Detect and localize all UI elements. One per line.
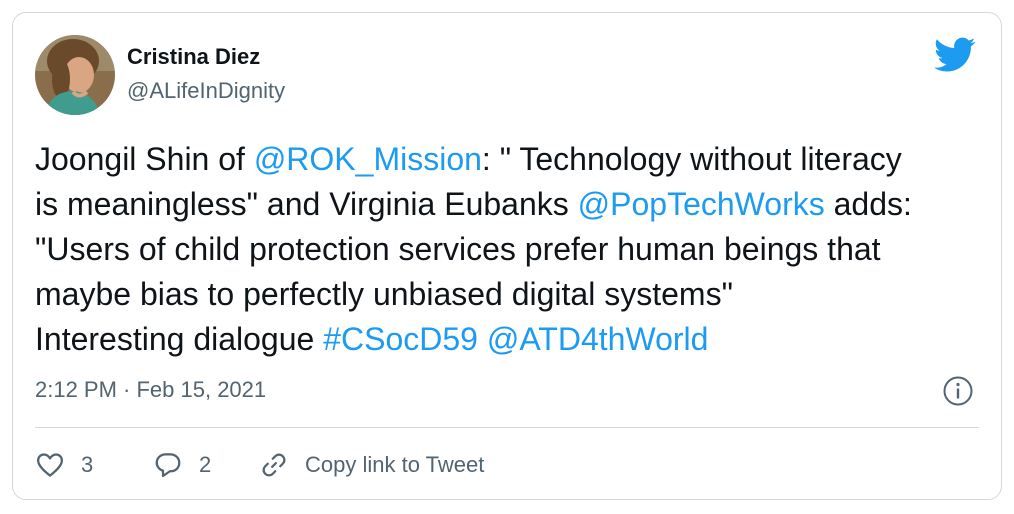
tweet-text-segment [478, 321, 487, 357]
tweet-line: is meaningless" and Virginia Eubanks @Po… [35, 182, 985, 227]
tweet-text-segment: maybe bias to perfectly unbiased digital… [35, 276, 733, 312]
tweet-text-segment: Interesting dialogue [35, 321, 324, 357]
tweet-text: Joongil Shin of @ROK_Mission: " Technolo… [35, 137, 985, 362]
like-count: 3 [81, 452, 94, 477]
tweet-line: Interesting dialogue #CSocD59 @ATD4thWor… [35, 317, 985, 362]
tweet-line: "Users of child protection services pref… [35, 227, 985, 272]
tweet-line: maybe bias to perfectly unbiased digital… [35, 272, 985, 317]
tweet-line: Joongil Shin of @ROK_Mission: " Technolo… [35, 137, 985, 182]
copy-link-button[interactable]: Copy link to Tweet [259, 449, 484, 481]
author-name[interactable]: Cristina Diez [127, 44, 260, 70]
tweet-text-segment: "Users of child protection services pref… [35, 231, 881, 267]
mention-rok-mission-link[interactable]: @ROK_Mission [254, 141, 482, 177]
copy-link-label: Copy link to Tweet [305, 452, 485, 477]
speech-bubble-icon [155, 453, 181, 478]
mention-poptechworks-link[interactable]: @PopTechWorks [578, 186, 825, 222]
link-chain-icon [262, 453, 286, 477]
reply-count: 2 [199, 452, 212, 477]
twitter-bird-icon[interactable] [934, 37, 976, 73]
reply-button[interactable]: 2 [153, 449, 211, 481]
tweet-text-segment: adds: [824, 186, 912, 222]
mention-atd4thworld-link[interactable]: @ATD4thWorld [487, 321, 709, 357]
info-icon[interactable] [942, 375, 974, 407]
author-handle[interactable]: @ALifeInDignity [127, 78, 285, 104]
tweet-card[interactable]: Cristina Diez @ALifeInDignity Joongil Sh… [12, 12, 1002, 500]
divider [35, 427, 979, 428]
like-button[interactable]: 3 [35, 449, 93, 481]
avatar[interactable] [35, 35, 115, 115]
hashtag-csocd59-link[interactable]: #CSocD59 [323, 321, 478, 357]
avatar-photo [35, 35, 115, 115]
tweet-text-segment: : " Technology without literacy [481, 141, 902, 177]
heart-icon [37, 453, 63, 477]
tweet-text-segment: Joongil Shin of [35, 141, 254, 177]
tweet-timestamp[interactable]: 2:12 PM · Feb 15, 2021 [35, 377, 266, 403]
tweet-text-segment: is meaningless" and Virginia Eubanks [35, 186, 578, 222]
